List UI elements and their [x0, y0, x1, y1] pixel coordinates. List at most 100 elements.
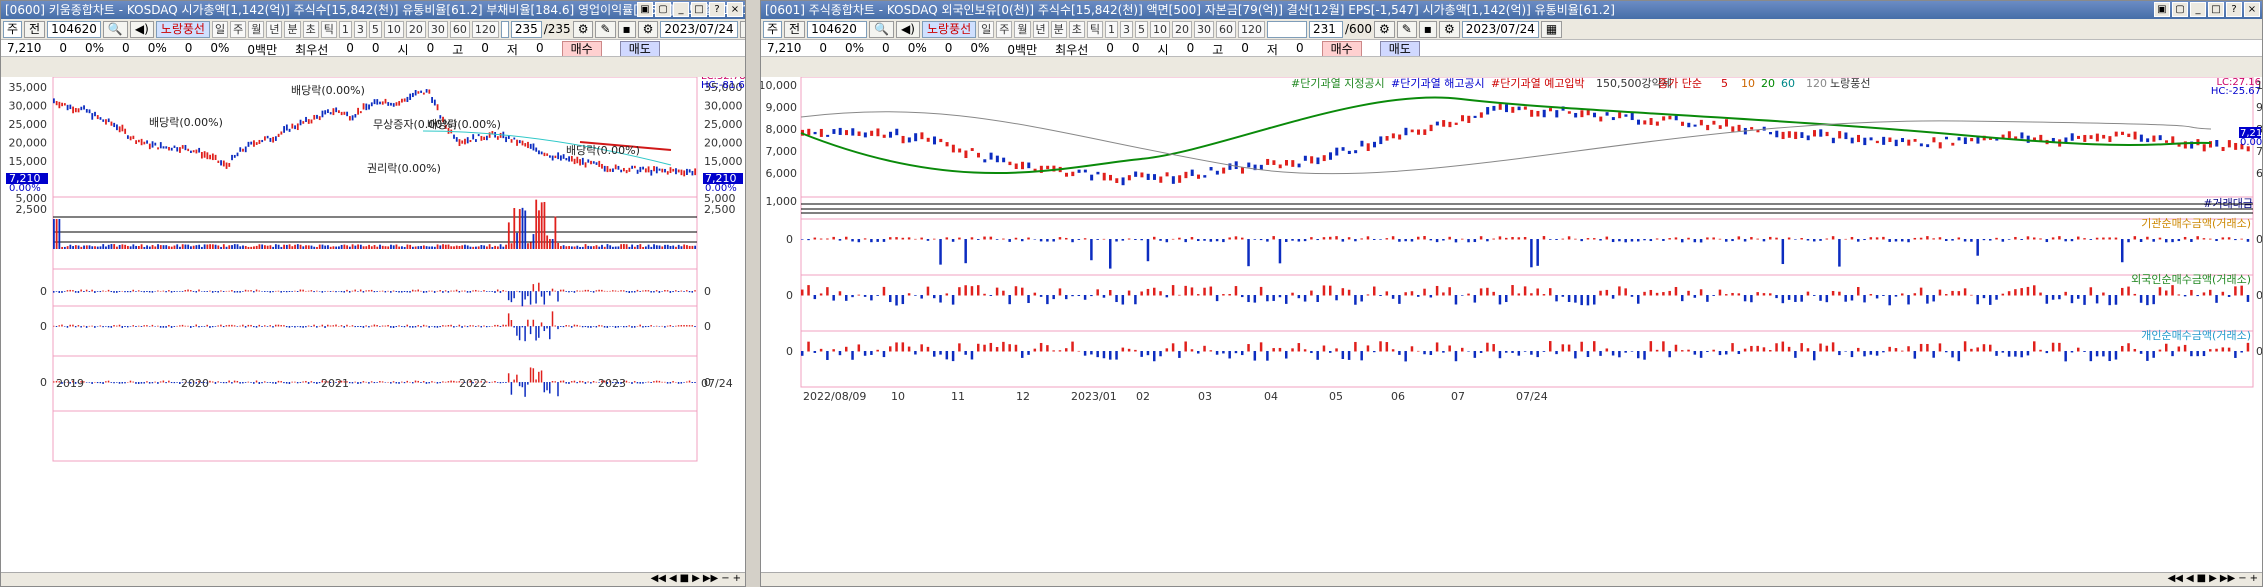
left-date-input[interactable]: 2023/07/24 — [660, 20, 738, 38]
left-tools-icon[interactable]: ✎ — [595, 20, 616, 38]
left-all-button[interactable]: 전 — [24, 20, 46, 38]
left-interval-input[interactable] — [500, 20, 509, 38]
right-period-month[interactable]: 월 — [1014, 20, 1031, 38]
right-interval-5[interactable]: 5 — [1135, 20, 1149, 38]
left-stock-name[interactable]: 노랑풍선 — [155, 20, 210, 38]
left-interval-3[interactable]: 3 — [353, 20, 367, 38]
left-interval-1[interactable]: 1 — [338, 20, 352, 38]
right-stock-type-select[interactable]: 주 — [763, 20, 783, 38]
right-nav-stop-icon[interactable]: ■ — [2197, 573, 2206, 584]
left-period-second[interactable]: 초 — [302, 20, 319, 38]
left-speaker-icon[interactable]: ◀) — [129, 20, 154, 38]
indicator-bar — [1442, 351, 1445, 353]
left-buy-button[interactable]: 매수 — [561, 41, 602, 56]
left-close-button[interactable]: × — [727, 2, 743, 17]
price-candle — [398, 101, 401, 106]
right-period-week[interactable]: 주 — [996, 20, 1013, 38]
left-period-minute[interactable]: 분 — [284, 20, 301, 38]
left-nav-stop-icon[interactable]: ■ — [680, 573, 689, 584]
right-sell-button[interactable]: 매도 — [1379, 41, 1420, 56]
left-nav-next-icon[interactable]: ▶ — [692, 573, 700, 584]
left-count-input[interactable]: 235 — [510, 20, 542, 38]
left-restore-button[interactable]: ▢ — [655, 2, 671, 17]
right-interval-60[interactable]: 60 — [1216, 20, 1237, 38]
left-pin-button[interactable]: ▣ — [637, 2, 653, 17]
left-nav-first-icon[interactable]: ◀◀ — [651, 573, 666, 584]
right-help-button[interactable]: ? — [2226, 2, 2242, 17]
left-code-input[interactable]: 104620 — [47, 20, 101, 38]
left-period-year[interactable]: 년 — [266, 20, 283, 38]
indicator-bar — [590, 291, 592, 292]
left-interval-5[interactable]: 5 — [368, 20, 382, 38]
left-zoom-out-icon[interactable]: − — [721, 573, 729, 584]
volume-bar — [173, 245, 176, 249]
right-tools-icon[interactable]: ✎ — [1396, 20, 1417, 38]
right-close-button[interactable]: × — [2244, 2, 2260, 17]
left-maximize-button[interactable]: □ — [691, 2, 707, 17]
right-pin-button[interactable]: ▣ — [2154, 2, 2170, 17]
indicator-bar — [411, 289, 414, 292]
right-search-icon[interactable]: 🔍 — [869, 20, 895, 38]
left-stock-type-select[interactable]: 주 — [3, 20, 23, 38]
right-interval-1[interactable]: 1 — [1105, 20, 1119, 38]
right-count-input[interactable]: 231 — [1309, 20, 1344, 38]
right-code-input[interactable]: 104620 — [807, 20, 868, 38]
left-sell-button[interactable]: 매도 — [619, 41, 660, 56]
left-config-icon[interactable]: ⚙ — [637, 20, 659, 38]
left-nav-last-icon[interactable]: ▶▶ — [703, 573, 718, 584]
left-chart-area[interactable]: 35,000 35,00030,000 30,00025,000 25,00020,0… — [1, 77, 745, 573]
left-help-button[interactable]: ? — [709, 2, 725, 17]
right-interval-10[interactable]: 10 — [1150, 20, 1171, 38]
right-minimize-button[interactable]: _ — [2190, 2, 2206, 17]
right-nav-last-icon[interactable]: ▶▶ — [2220, 573, 2235, 584]
price-candle — [433, 99, 436, 106]
right-period-tick[interactable]: 틱 — [1086, 20, 1104, 38]
right-restore-button[interactable]: ▢ — [2172, 2, 2188, 17]
indicator-bar — [529, 326, 532, 335]
left-minimize-button[interactable]: _ — [673, 2, 689, 17]
right-date-input[interactable]: 2023/07/24 — [1461, 20, 1539, 38]
right-zoom-in-icon[interactable]: + — [2250, 573, 2258, 584]
right-nav-prev-icon[interactable]: ◀ — [2186, 573, 2194, 584]
right-stock-name[interactable]: 노랑풍선 — [921, 20, 977, 38]
right-settings-icon[interactable]: ⚙ — [1373, 20, 1395, 38]
left-nav-prev-icon[interactable]: ◀ — [669, 573, 677, 584]
indicator-bar — [294, 326, 296, 328]
left-interval-60[interactable]: 60 — [449, 20, 470, 38]
right-period-minute[interactable]: 분 — [1050, 20, 1067, 38]
right-chart-area[interactable]: #단기과열 지정공시 #단기과열 해고공시 #단기과열 예고입박 150,500강약세… — [761, 77, 2262, 573]
left-interval-30[interactable]: 30 — [427, 20, 448, 38]
right-period-day[interactable]: 일 — [978, 20, 995, 38]
indicator-bar — [140, 326, 143, 327]
right-interval-input[interactable] — [1267, 20, 1308, 38]
left-period-tick[interactable]: 틱 — [320, 20, 337, 38]
right-save-icon[interactable]: ▪ — [1418, 20, 1437, 38]
left-period-week[interactable]: 주 — [230, 20, 247, 38]
left-interval-10[interactable]: 10 — [383, 20, 404, 38]
right-calendar-icon[interactable]: ▦ — [1540, 20, 1563, 38]
right-config-icon[interactable]: ⚙ — [1438, 20, 1460, 38]
indicator-bar — [137, 325, 140, 327]
right-speaker-icon[interactable]: ◀) — [896, 20, 920, 38]
left-settings-icon[interactable]: ⚙ — [572, 20, 594, 38]
right-nav-next-icon[interactable]: ▶ — [2209, 573, 2217, 584]
right-period-second[interactable]: 초 — [1068, 20, 1085, 38]
right-interval-20[interactable]: 20 — [1172, 20, 1193, 38]
right-buy-button[interactable]: 매수 — [1321, 41, 1362, 56]
left-interval-120[interactable]: 120 — [471, 20, 499, 38]
right-interval-3[interactable]: 3 — [1120, 20, 1134, 38]
left-period-month[interactable]: 월 — [248, 20, 265, 38]
right-maximize-button[interactable]: □ — [2208, 2, 2224, 17]
left-save-icon[interactable]: ▪ — [617, 20, 636, 38]
right-interval-30[interactable]: 30 — [1194, 20, 1215, 38]
right-zoom-out-icon[interactable]: − — [2238, 573, 2246, 584]
left-calendar-icon[interactable]: ▦ — [739, 20, 745, 38]
left-interval-20[interactable]: 20 — [405, 20, 426, 38]
right-period-year[interactable]: 년 — [1032, 20, 1049, 38]
left-period-day[interactable]: 일 — [211, 20, 229, 38]
right-all-button[interactable]: 전 — [784, 20, 806, 38]
right-nav-first-icon[interactable]: ◀◀ — [2168, 573, 2183, 584]
left-zoom-in-icon[interactable]: + — [733, 573, 741, 584]
right-interval-120[interactable]: 120 — [1238, 20, 1266, 38]
left-search-icon[interactable]: 🔍 — [102, 20, 128, 38]
